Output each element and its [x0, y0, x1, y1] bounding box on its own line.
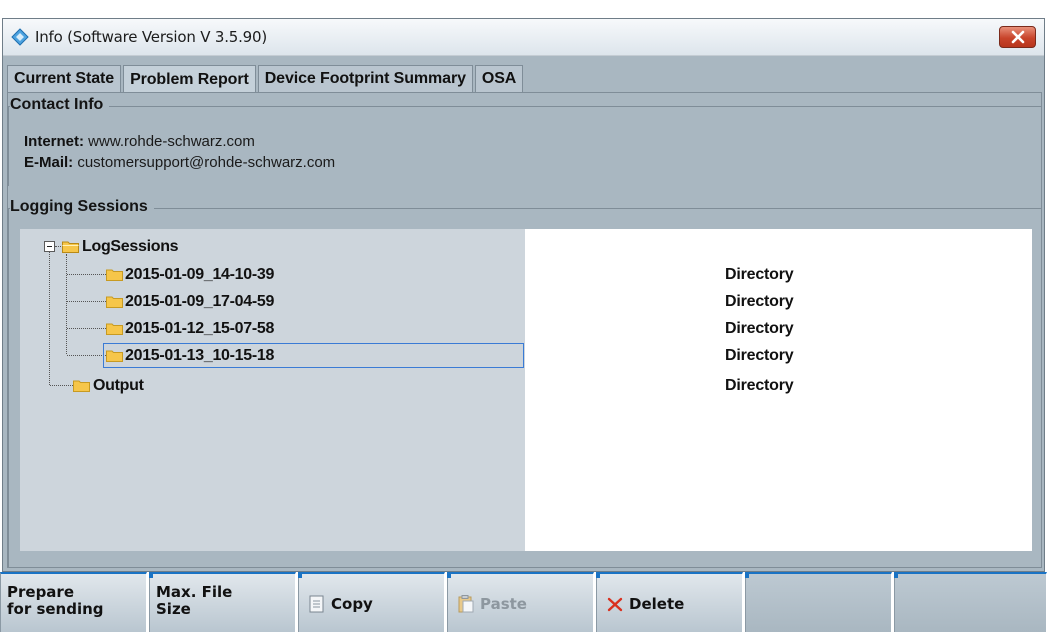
tree-node-session[interactable]: 2015-01-09_14-10-39	[125, 266, 274, 284]
logging-sessions-left-border	[8, 208, 9, 568]
logging-sessions-browser: LogSessions 2015-01-09_14-10-39 2015-01-…	[20, 229, 1032, 551]
folder-icon	[106, 323, 123, 335]
tree-node-session[interactable]: 2015-01-09_17-04-59	[125, 293, 274, 311]
type-cell: Directory	[725, 320, 794, 337]
softkey-accent	[596, 572, 600, 578]
copy-document-icon	[309, 595, 324, 613]
folder-icon	[106, 296, 123, 308]
email-label: E-Mail:	[24, 154, 74, 171]
session-tree: LogSessions 2015-01-09_14-10-39 2015-01-…	[20, 229, 525, 551]
type-column: Directory Directory Directory Directory …	[525, 229, 1032, 551]
email-value: customersupport@rohde-schwarz.com	[77, 154, 336, 171]
tree-node-output[interactable]: Output	[93, 377, 144, 395]
tree-line	[67, 301, 106, 302]
logging-sessions-divider	[8, 208, 1041, 209]
prepare-for-sending-button[interactable]: Prepare for sending	[0, 572, 147, 632]
softkey-label: Max. File Size	[156, 584, 232, 618]
folder-icon	[106, 350, 123, 362]
email-row: E-Mail: customersupport@rohde-schwarz.co…	[24, 154, 335, 171]
paste-button[interactable]: Paste	[447, 572, 594, 632]
tree-line	[67, 274, 106, 275]
window-title: Info (Software Version V 3.5.90)	[35, 28, 268, 46]
copy-button[interactable]: Copy	[298, 572, 445, 632]
tree-node-logsessions[interactable]: LogSessions	[82, 238, 179, 256]
info-dialog: Info (Software Version V 3.5.90) Current…	[2, 18, 1045, 572]
softkey-accent	[447, 572, 451, 578]
type-cell: Directory	[725, 266, 794, 283]
tree-line	[55, 246, 61, 247]
softkey-label: Prepare for sending	[7, 584, 104, 618]
logging-sessions-title: Logging Sessions	[10, 198, 154, 216]
softkey-content: Paste	[458, 595, 527, 613]
paste-clipboard-icon	[458, 595, 474, 613]
close-button[interactable]	[999, 26, 1036, 48]
softkey-content: Copy	[309, 595, 373, 613]
softkey-label-line2: for sending	[7, 600, 104, 618]
internet-value: www.rohde-schwarz.com	[88, 133, 255, 150]
empty-softkey[interactable]	[745, 572, 892, 632]
softkey-label-line2: Size	[156, 600, 191, 618]
delete-x-icon	[607, 597, 623, 612]
tree-line	[50, 385, 73, 386]
title-bar: Info (Software Version V 3.5.90)	[3, 19, 1044, 56]
contact-info-left-border	[8, 106, 9, 186]
collapse-toggle-icon[interactable]	[44, 241, 55, 252]
delete-button[interactable]: Delete	[596, 572, 743, 632]
app-diamond-icon	[11, 28, 29, 46]
close-x-icon	[1011, 30, 1024, 44]
tree-line	[67, 328, 106, 329]
tree-line	[67, 355, 106, 356]
type-cell: Directory	[725, 293, 794, 310]
folder-icon	[106, 269, 123, 281]
softkey-label-line1: Max. File	[156, 583, 233, 601]
delete-label: Delete	[629, 595, 685, 613]
type-cell: Directory	[725, 377, 794, 394]
empty-softkey[interactable]	[894, 572, 1047, 632]
softkey-label-line1: Prepare	[7, 583, 74, 601]
softkey-accent	[894, 572, 898, 578]
paste-label: Paste	[480, 595, 527, 613]
tab-bar: Current State Problem Report Device Foot…	[7, 65, 525, 93]
problem-report-panel: Contact Info Internet: www.rohde-schwarz…	[7, 92, 1042, 568]
tab-problem-report[interactable]: Problem Report	[123, 65, 256, 93]
open-folder-icon	[62, 241, 79, 253]
type-cell: Directory	[725, 347, 794, 364]
tree-node-session-selected[interactable]: 2015-01-13_10-15-18	[125, 347, 274, 365]
internet-row: Internet: www.rohde-schwarz.com	[24, 133, 255, 150]
softkey-accent	[298, 572, 302, 578]
softkey-accent	[745, 572, 749, 578]
tab-osa[interactable]: OSA	[474, 65, 524, 92]
folder-icon	[73, 380, 90, 392]
max-file-size-button[interactable]: Max. File Size	[149, 572, 296, 632]
tree-line	[49, 252, 50, 385]
softkey-bar: Prepare for sending Max. File Size Copy	[0, 572, 1047, 632]
tree-node-session[interactable]: 2015-01-12_15-07-58	[125, 320, 274, 338]
tab-device-footprint-summary[interactable]: Device Footprint Summary	[257, 65, 473, 92]
softkey-accent	[149, 572, 153, 578]
copy-label: Copy	[331, 595, 373, 613]
internet-label: Internet:	[24, 133, 84, 150]
contact-info-divider	[8, 106, 1041, 107]
tab-current-state[interactable]: Current State	[7, 65, 122, 92]
contact-info-title: Contact Info	[10, 96, 110, 114]
tree-line	[66, 254, 67, 354]
softkey-content: Delete	[607, 595, 684, 613]
